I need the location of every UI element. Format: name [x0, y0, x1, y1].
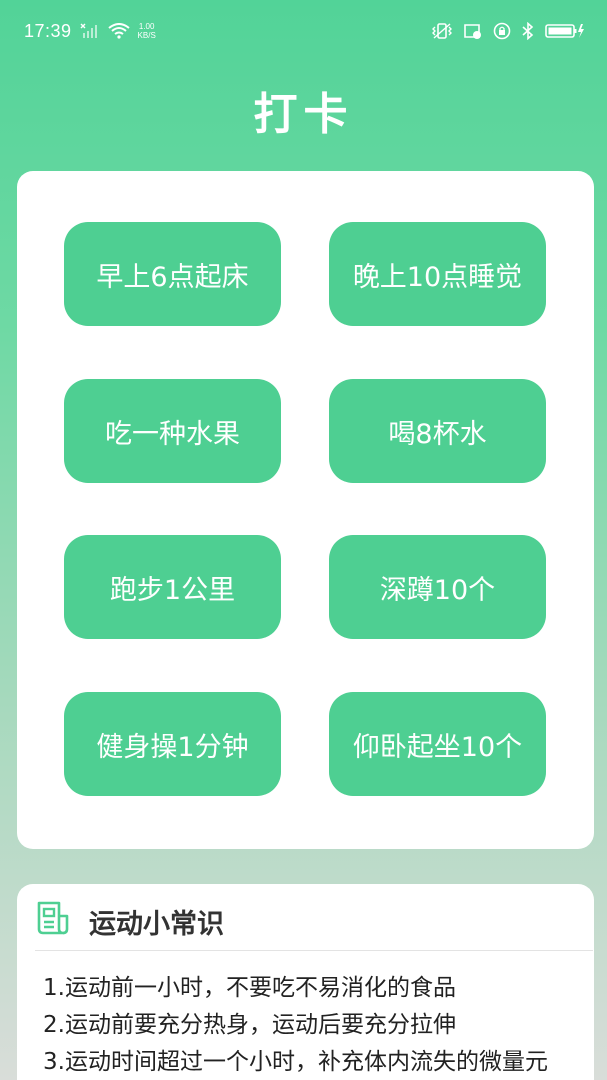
tips-card: 运动小常识 1.运动前一小时，不要吃不易消化的食品 2.运动前要充分热身，运动后… [17, 884, 594, 1080]
tips-header: 运动小常识 [17, 884, 594, 950]
document-icon [35, 900, 71, 940]
checkin-run-button[interactable]: 跑步1公里 [64, 535, 281, 639]
sd-card-icon [463, 22, 483, 40]
checkin-situp-button[interactable]: 仰卧起坐10个 [329, 692, 546, 796]
status-right [431, 22, 585, 40]
checkin-fruit-button[interactable]: 吃一种水果 [64, 379, 281, 483]
checkin-sleep-button[interactable]: 晚上10点睡觉 [329, 222, 546, 326]
checkin-squat-button[interactable]: 深蹲10个 [329, 535, 546, 639]
checkin-aerobics-button[interactable]: 健身操1分钟 [64, 692, 281, 796]
tips-title: 运动小常识 [89, 909, 224, 940]
wifi-icon [107, 23, 130, 39]
tip-line: 3.运动时间超过一个小时，补充体内流失的微量元 [43, 1049, 548, 1075]
net-speed-value: 1.00 [138, 22, 155, 31]
status-time: 17:39 [24, 20, 72, 41]
net-speed-unit: KB/S [137, 31, 156, 40]
tips-list: 1.运动前一小时，不要吃不易消化的食品 2.运动前要充分热身，运动后要充分拉伸 … [43, 970, 603, 1080]
bluetooth-icon [521, 22, 535, 40]
vibrate-icon [431, 22, 453, 40]
battery-charging-icon [545, 22, 585, 40]
net-speed: 1.00 KB/S [138, 22, 156, 40]
tip-line: 2.运动前要充分热身，运动后要充分拉伸 [43, 1012, 456, 1038]
status-left: 17:39 1.00 KB/S [24, 21, 156, 42]
status-bar: 17:39 1.00 KB/S [0, 0, 607, 62]
tip-line: 1.运动前一小时，不要吃不易消化的食品 [43, 975, 456, 1001]
tips-divider [35, 950, 593, 951]
checkin-card: 早上6点起床 晚上10点睡觉 吃一种水果 喝8杯水 跑步1公里 深蹲10个 健身… [17, 171, 594, 849]
alarm-lock-icon [493, 22, 511, 40]
checkin-water-button[interactable]: 喝8杯水 [329, 379, 546, 483]
checkin-wake-up-button[interactable]: 早上6点起床 [64, 222, 281, 326]
no-sim-signal-icon [80, 23, 100, 39]
page-title: 打卡 [253, 89, 354, 140]
